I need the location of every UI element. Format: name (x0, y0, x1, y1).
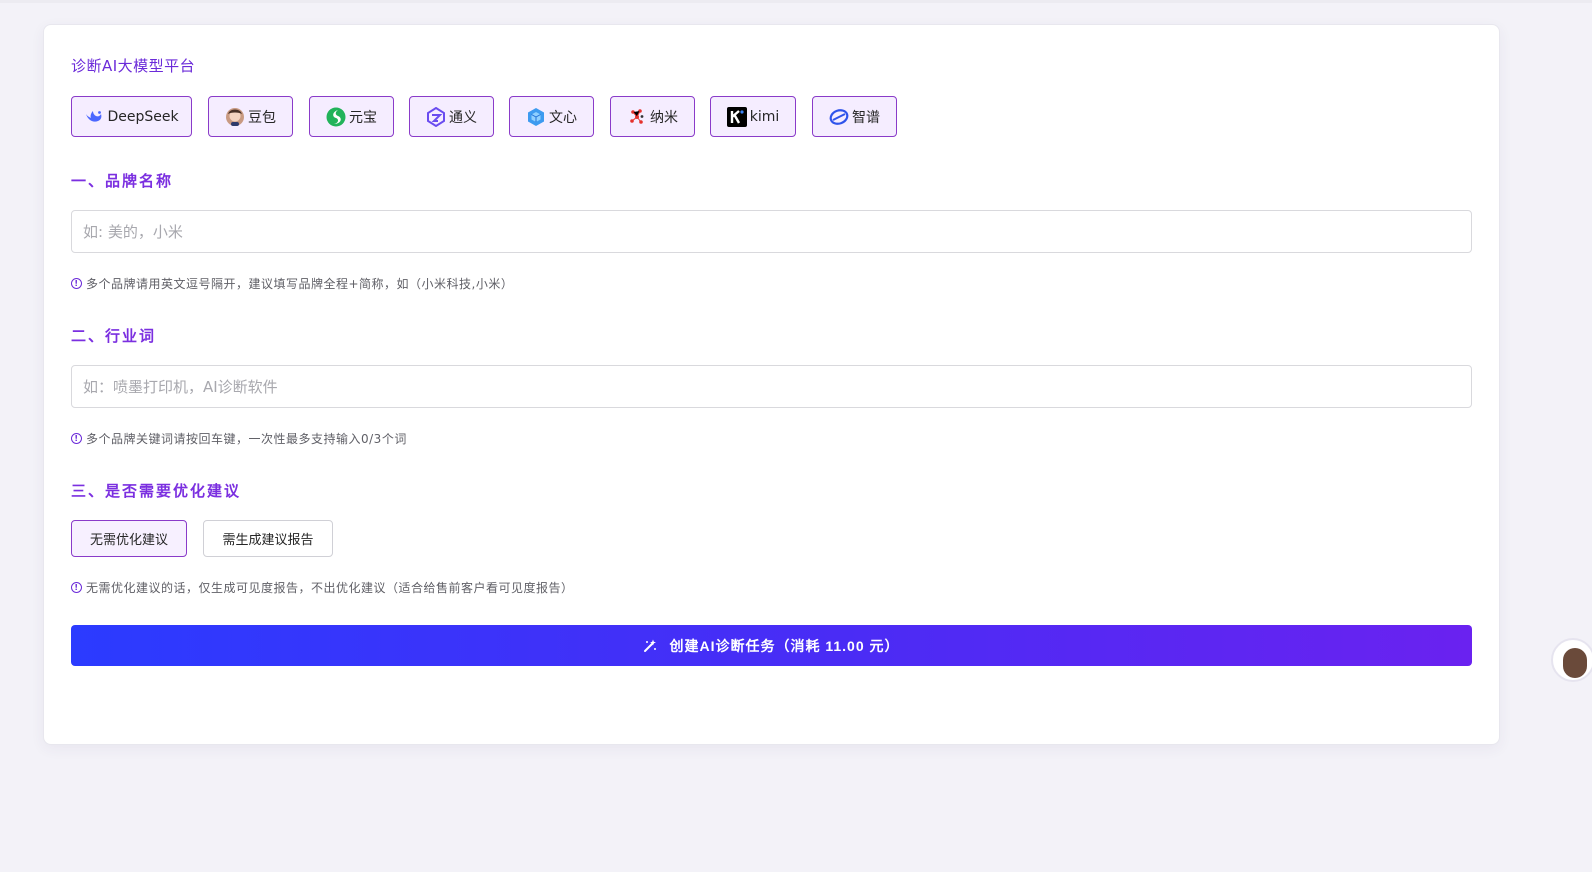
industry-hint: ! 多个品牌关键词请按回车键，一次性最多支持输入0/3个词 (71, 430, 407, 447)
main-card: 诊断AI大模型平台 DeepSeek 豆包 元宝 通义 文心 纳米 kimi 智… (43, 24, 1500, 745)
platform-chip-wenxin[interactable]: 文心 (509, 96, 594, 137)
top-border (0, 0, 1592, 3)
industry-keyword-input[interactable] (71, 365, 1472, 408)
platform-chip-deepseek[interactable]: DeepSeek (71, 96, 192, 137)
platform-label: 文心 (549, 109, 577, 126)
brand-hint-text: 多个品牌请用英文逗号隔开，建议填写品牌全程+简称，如（小米科技,小米） (86, 277, 514, 291)
platform-chip-zhipu[interactable]: 智谱 (812, 96, 897, 137)
section-title-brand: 一、品牌名称 (71, 172, 174, 190)
platform-chip-doubao[interactable]: 豆包 (208, 96, 293, 137)
platform-label: 智谱 (852, 109, 880, 126)
create-task-label: 创建AI诊断任务（消耗 11.00 元） (669, 637, 900, 654)
info-icon: ! (71, 278, 82, 289)
section-title-industry: 二、行业词 (71, 327, 157, 345)
info-icon: ! (71, 582, 82, 593)
option-no-optimization[interactable]: 无需优化建议 (71, 520, 187, 557)
zhipu-icon (829, 107, 849, 127)
optimization-hint-text: 无需优化建议的话，仅生成可见度报告，不出优化建议（适合给售前客户看可见度报告） (86, 581, 574, 595)
platform-chip-tongyi[interactable]: 通义 (409, 96, 494, 137)
info-icon: ! (71, 433, 82, 444)
page-title: 诊断AI大模型平台 (71, 57, 196, 75)
brand-hint: ! 多个品牌请用英文逗号隔开，建议填写品牌全程+简称，如（小米科技,小米） (71, 275, 513, 292)
platform-chip-kimi[interactable]: kimi (710, 96, 796, 137)
platform-label: 豆包 (248, 109, 276, 126)
platform-label: 元宝 (349, 109, 377, 126)
wenxin-icon (526, 107, 546, 127)
optimization-hint: ! 无需优化建议的话，仅生成可见度报告，不出优化建议（适合给售前客户看可见度报告… (71, 579, 574, 596)
platform-chip-yuanbao[interactable]: 元宝 (309, 96, 394, 137)
magic-wand-icon (643, 639, 657, 653)
platform-chip-nami[interactable]: 纳米 (610, 96, 695, 137)
avatar (1563, 648, 1587, 678)
option-generate-report[interactable]: 需生成建议报告 (203, 520, 333, 557)
assistant-avatar-button[interactable] (1551, 638, 1592, 682)
platform-label: 通义 (449, 109, 477, 126)
industry-hint-text: 多个品牌关键词请按回车键，一次性最多支持输入0/3个词 (86, 432, 407, 446)
tongyi-icon (426, 106, 446, 127)
create-task-button[interactable]: 创建AI诊断任务（消耗 11.00 元） (71, 625, 1472, 666)
brand-name-input[interactable] (71, 210, 1472, 253)
section-title-optimization: 三、是否需要优化建议 (71, 482, 242, 500)
nami-icon (627, 107, 647, 127)
yuanbao-icon (326, 107, 346, 127)
doubao-icon (225, 107, 245, 127)
platform-label: 纳米 (650, 109, 678, 126)
platform-label: kimi (749, 108, 780, 125)
kimi-icon (726, 106, 747, 127)
deepseek-icon (84, 107, 104, 127)
platform-label: DeepSeek (107, 108, 179, 125)
